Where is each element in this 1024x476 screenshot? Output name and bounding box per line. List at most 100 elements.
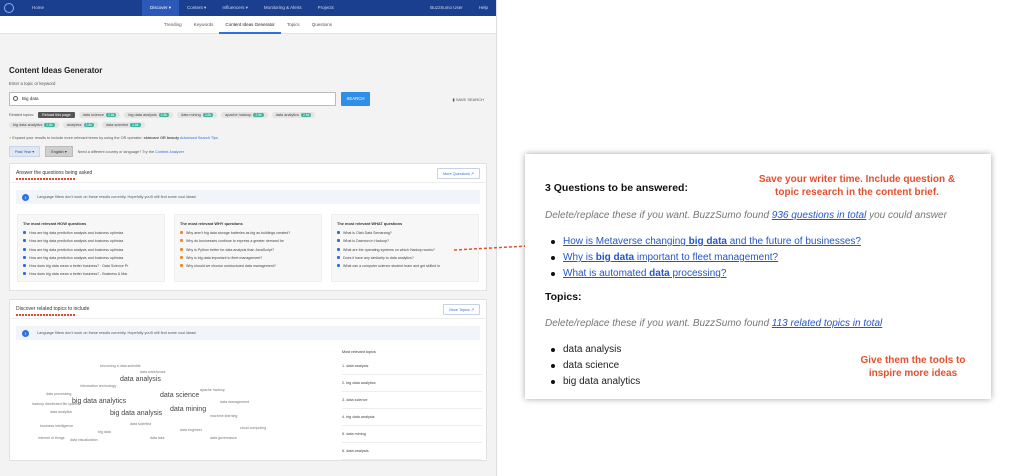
q-pre: What is automated — [563, 268, 650, 279]
pill-label: apache hadoop — [225, 113, 252, 117]
nav-discover[interactable]: Discover ▾ — [142, 0, 180, 16]
question-item[interactable]: How does big data mean a better business… — [23, 270, 159, 278]
question-text: Why aren't big data storage batteries as… — [186, 231, 291, 235]
most-relevant-item[interactable]: 3. data science — [342, 392, 482, 409]
word-cloud-term[interactable]: information technology — [80, 384, 116, 388]
question-item[interactable]: How are big data prediction analysis and… — [23, 229, 159, 237]
q-pre: Why is — [563, 252, 596, 263]
question-item[interactable]: Why is big data important to fleet manag… — [180, 254, 316, 262]
nav-help[interactable]: Help — [471, 0, 496, 16]
question-link[interactable]: What is automated data processing? — [551, 266, 861, 282]
question-item[interactable]: How does big data mean a better business… — [23, 262, 159, 270]
word-cloud-term[interactable]: data management — [220, 400, 249, 404]
word-cloud-term[interactable]: business intelligence — [40, 424, 73, 428]
question-item[interactable]: What can a computer science student team… — [337, 262, 473, 270]
nav-influencers[interactable]: Influencers ▾ — [214, 0, 256, 16]
q-bold: data — [649, 268, 670, 279]
search-button[interactable]: SEARCH — [341, 92, 370, 106]
search-input[interactable]: Big data — [9, 92, 336, 106]
pill-label: data scientist — [105, 123, 129, 127]
nav-home[interactable]: Home — [24, 0, 52, 16]
related-topic-pill[interactable]: analytics 2,8k — [62, 122, 98, 128]
enter-topic-label: Enter a topic or keyword — [9, 81, 56, 86]
related-topic-pill[interactable]: apache hadoop 2,8k — [221, 112, 268, 118]
content-analyzer-link[interactable]: Content Analyzer — [155, 150, 184, 154]
tab-questions[interactable]: Questions — [306, 16, 338, 34]
most-relevant-item[interactable]: 4. big data analysis — [342, 409, 482, 426]
topics-total-link[interactable]: 113 related topics in total — [772, 318, 882, 329]
most-relevant-item[interactable]: 2. big data analytics — [342, 375, 482, 392]
word-cloud-term[interactable]: big data analysis — [110, 410, 162, 417]
question-item[interactable]: Why aren't big data storage batteries as… — [180, 229, 316, 237]
save-search-button[interactable]: ▮ SAVE SEARCH — [453, 97, 484, 102]
tab-keywords[interactable]: Keywords — [188, 16, 220, 34]
question-link[interactable]: How is Metaverse changing big data and t… — [551, 234, 861, 250]
word-cloud-term[interactable]: data scientist — [130, 422, 151, 426]
bullet-icon — [337, 231, 340, 234]
save-search-label: SAVE SEARCH — [455, 96, 484, 102]
word-cloud-term[interactable]: data visualization — [70, 438, 98, 442]
pill-label: big data analysis — [128, 113, 157, 117]
word-cloud-term[interactable]: cloud computing — [240, 426, 266, 430]
word-cloud-term[interactable]: machine learning — [210, 414, 237, 418]
advanced-search-tips-link[interactable]: Advanced Search Tips — [180, 136, 218, 140]
question-item[interactable]: Does it have any similarity to data anal… — [337, 254, 473, 262]
word-cloud-term[interactable]: apache hadoop — [200, 388, 225, 392]
word-cloud-term[interactable]: data warehouse — [140, 370, 166, 374]
word-cloud-term[interactable]: data processing — [46, 392, 71, 396]
nav-content[interactable]: Content ▾ — [179, 0, 214, 16]
topic-item: big data analytics — [550, 374, 640, 390]
word-cloud-term[interactable]: big data — [98, 430, 111, 434]
word-cloud-term[interactable]: data analytics — [50, 410, 72, 414]
word-cloud-term[interactable]: data lake — [150, 436, 165, 440]
nav-user[interactable]: BuzzSumo User — [422, 0, 471, 16]
topic-item: data science — [550, 358, 640, 374]
word-cloud-term[interactable]: data mining — [170, 406, 206, 413]
most-relevant-item[interactable]: 5. data mining — [342, 426, 482, 443]
tab-content-ideas-generator[interactable]: Content Ideas Generator — [219, 16, 281, 34]
questions-desc-pre: Delete/replace these if you want. BuzzSu… — [545, 210, 772, 221]
question-item[interactable]: What are the operating systems on which … — [337, 246, 473, 254]
tab-topics[interactable]: Topics — [281, 16, 306, 34]
question-item[interactable]: Why do businesses continue to express a … — [180, 237, 316, 245]
question-link[interactable]: Why is big data important to fleet manag… — [551, 250, 861, 266]
tab-trending[interactable]: Trending — [158, 16, 188, 34]
question-item[interactable]: How are big data prediction analysis and… — [23, 246, 159, 254]
main-content: Content Ideas Generator Enter a topic or… — [0, 66, 496, 461]
word-cloud-term[interactable]: becoming a data scientist — [100, 364, 141, 368]
word-cloud-term[interactable]: big data analytics — [72, 398, 126, 405]
word-cloud-term[interactable]: data science — [160, 392, 199, 399]
nav-projects[interactable]: Projects — [310, 0, 342, 16]
question-item[interactable]: Why is Python better for data analysis t… — [180, 246, 316, 254]
why-questions: The most relevant WHY questions Why aren… — [174, 214, 322, 282]
top-navbar: Home Discover ▾ Content ▾ Influencers ▾ … — [0, 0, 496, 16]
word-cloud-term[interactable]: data analysis — [120, 376, 161, 383]
most-relevant-item[interactable]: 6. data analysts — [342, 443, 482, 460]
related-topic-pill[interactable]: big data analytics 2,8k — [9, 122, 59, 128]
question-item[interactable]: Why should we choose unstructured data m… — [180, 262, 316, 270]
question-item[interactable]: What is Olah Data Semarang? — [337, 229, 473, 237]
topic-item: data analysis — [550, 342, 640, 358]
related-topic-pill[interactable]: data mining 2,8k — [177, 112, 218, 118]
q-post: and the future of businesses? — [726, 236, 861, 247]
related-topic-pill[interactable]: data analytics 2,8k — [271, 112, 316, 118]
word-cloud-term[interactable]: hadoop distributed file system — [32, 402, 80, 406]
language-dropdown[interactable]: English ▾ — [45, 146, 73, 157]
question-item[interactable]: How are big data prediction analysis and… — [23, 254, 159, 262]
related-topic-pill[interactable]: data science 2,8k — [78, 112, 121, 118]
word-cloud-term[interactable]: internet of things — [38, 436, 65, 440]
question-text: What can a computer science student team… — [343, 264, 440, 269]
related-topic-pill[interactable]: big data analysis 2,8k — [124, 112, 174, 118]
most-relevant-item[interactable]: 1. data analysis — [342, 358, 482, 375]
more-questions-button[interactable]: More Questions ↗ — [436, 167, 480, 179]
period-dropdown[interactable]: Past Year ▾ — [9, 146, 41, 157]
related-topic-pill[interactable]: data scientist 2,8k — [101, 122, 145, 128]
word-cloud-term[interactable]: data governance — [210, 436, 237, 440]
question-item[interactable]: What is Daemon in Hadoop? — [337, 237, 473, 245]
nav-monitoring[interactable]: Monitoring & Alerts — [256, 0, 310, 16]
more-topics-button[interactable]: More Topics ↗ — [443, 303, 480, 315]
buzzsumo-logo-icon[interactable] — [4, 3, 14, 13]
question-item[interactable]: How are big data prediction analysis and… — [23, 237, 159, 245]
word-cloud-term[interactable]: data engineer — [180, 428, 202, 432]
questions-total-link[interactable]: 936 questions in total — [772, 210, 867, 221]
